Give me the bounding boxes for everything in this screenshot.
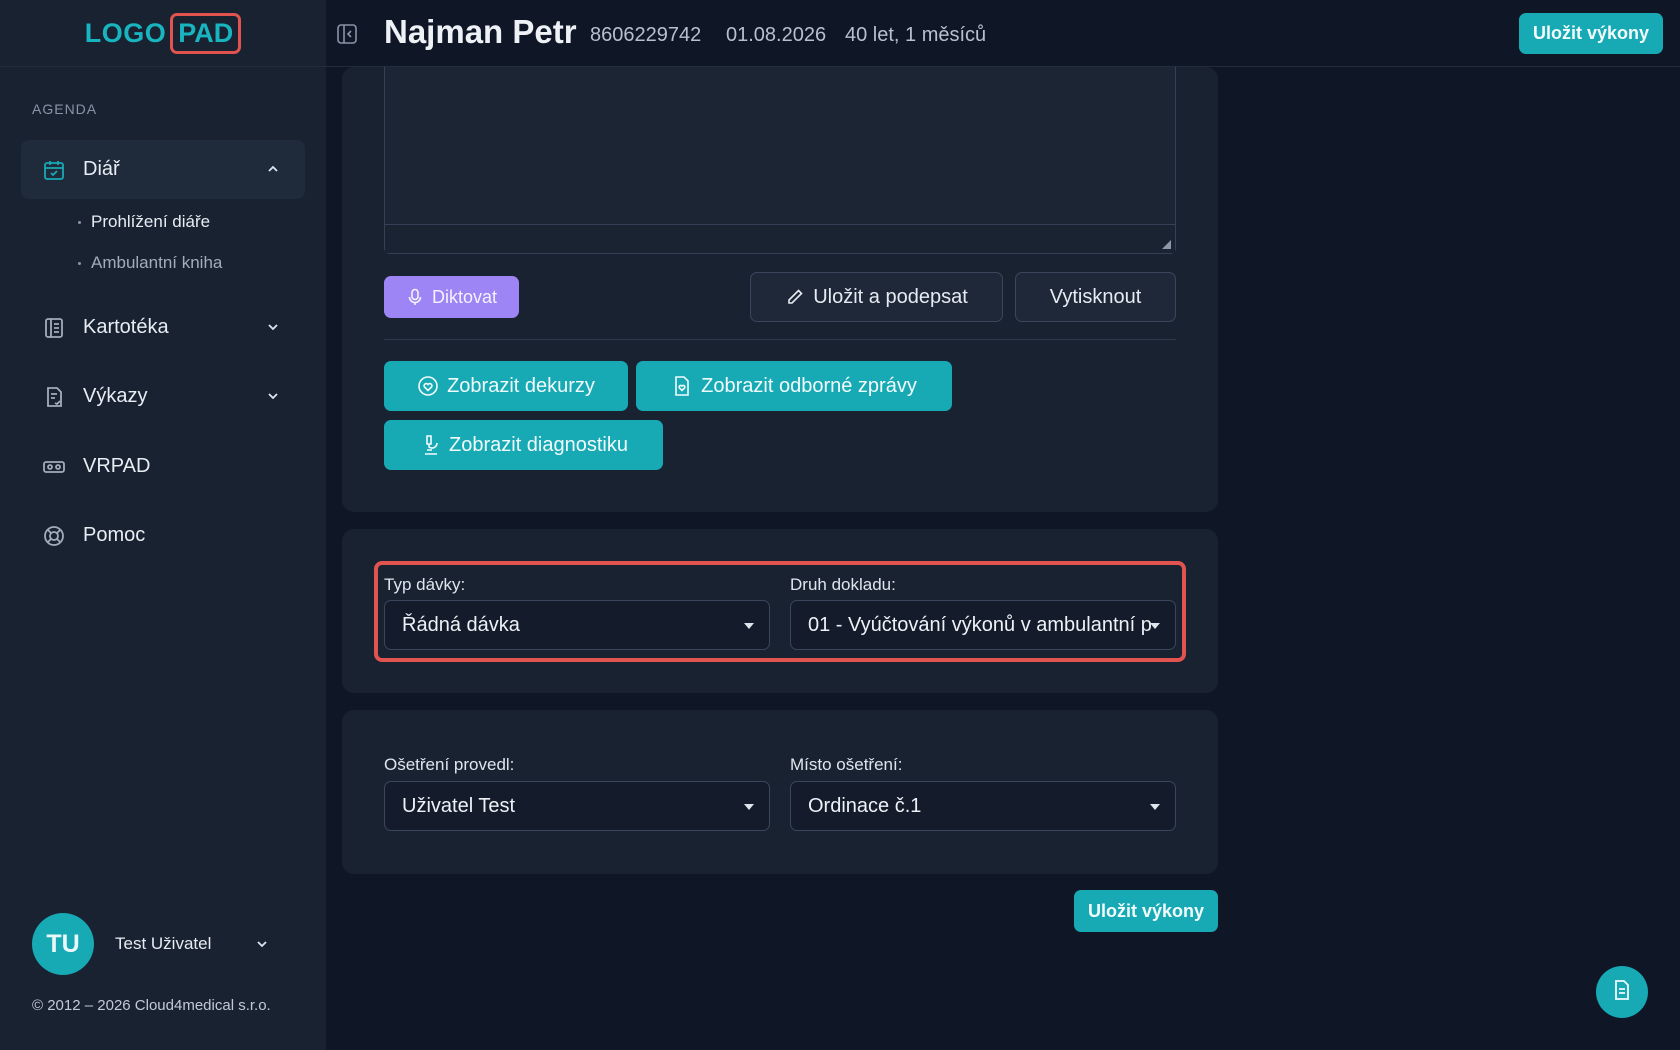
sidebar-subitem-prohlizeni[interactable]: Prohlížení diáře [78,212,210,232]
medical-document-icon [671,375,693,397]
sidebar-item-diar[interactable]: Diář [21,140,305,199]
calendar-check-icon [41,157,67,183]
copyright: © 2012 – 2026 Cloud4medical s.r.o. [32,997,271,1014]
sidebar-item-label: Diář [83,158,120,180]
avatar: TU [32,913,94,975]
sidebar-item-label: VRPAD [83,455,151,477]
caret-down-icon [1150,804,1160,810]
print-button[interactable]: Vytisknout [1015,272,1176,322]
document-fab-button[interactable] [1596,966,1648,1018]
show-diagnostics-button[interactable]: Zobrazit diagnostiku [384,420,663,470]
chevron-down-icon[interactable] [252,934,272,954]
resize-handle-icon[interactable] [1162,240,1171,249]
lifebuoy-icon [41,523,67,549]
heart-circle-icon [417,375,439,397]
sidebar-item-vrpad[interactable]: VRPAD [21,437,305,496]
sidebar-item-vykazy[interactable]: Výkazy [21,367,305,426]
address-book-icon [41,315,67,341]
sidebar-item-label: Kartotéka [83,316,169,338]
treated-by-label: Ošetření provedl: [384,755,515,774]
batch-type-select[interactable]: Řádná dávka [384,600,770,650]
patient-name: Najman Petr [384,13,577,50]
chevron-up-icon[interactable] [263,159,283,179]
batch-type-value: Řádná dávka [402,613,520,636]
treatment-place-select[interactable]: Ordinace č.1 [790,781,1176,831]
show-decursus-label: Zobrazit dekurzy [447,374,595,397]
show-reports-label: Zobrazit odborné zprávy [701,374,917,397]
save-records-bottom-button[interactable]: Uložit výkony [1074,890,1218,932]
logo[interactable]: LOGO PAD [0,0,326,67]
patient-date: 01.08.2026 [726,24,827,46]
logo-text-pad: PAD [170,12,242,54]
vr-headset-icon [41,454,67,480]
save-sign-button[interactable]: Uložit a podepsat [750,272,1003,322]
textarea-footer [385,224,1175,253]
sidebar-subitem-ambulantni-kniha[interactable]: Ambulantní kniha [78,253,222,273]
document-type-label: Druh dokladu: [790,575,896,594]
save-records-button[interactable]: Uložit výkony [1519,13,1663,54]
save-sign-label: Uložit a podepsat [813,285,968,308]
caret-down-icon [744,623,754,629]
treatment-place-value: Ordinace č.1 [808,794,922,817]
show-decursus-button[interactable]: Zobrazit dekurzy [384,361,628,411]
caret-down-icon [744,804,754,810]
patient-id: 8606229742 [590,24,702,46]
caret-down-icon [1150,623,1160,629]
sidebar-item-kartoteka[interactable]: Kartotéka [21,298,305,357]
batch-type-label: Typ dávky: [384,575,466,594]
logo-text: LOGO [84,17,167,48]
microphone-icon [406,288,424,306]
user-menu[interactable]: TU Test Uživatel [32,913,292,975]
header: Najman Petr 8606229742 01.08.2026 40 let… [326,0,1680,67]
treated-by-value: Uživatel Test [402,794,516,817]
section-label: AGENDA [32,101,98,117]
show-diagnostics-label: Zobrazit diagnostiku [449,433,628,456]
sidebar-collapse-icon[interactable] [336,23,358,45]
patient-age: 40 let, 1 měsíců [845,24,987,46]
show-reports-button[interactable]: Zobrazit odborné zprávy [636,361,952,411]
treated-by-select[interactable]: Uživatel Test [384,781,770,831]
print-label: Vytisknout [1049,285,1142,308]
sidebar-item-label: Výkazy [83,385,148,407]
pencil-icon [785,287,805,307]
bullet-dot [78,261,81,265]
user-name: Test Uživatel [115,934,212,953]
sidebar-subitem-label: Ambulantní kniha [91,253,223,272]
sidebar-subitem-label: Prohlížení diáře [91,212,211,231]
microscope-icon [419,434,441,456]
sidebar: LOGO PAD AGENDA Diář Prohlížení diáře Am… [0,0,326,1050]
treatment-place-label: Místo ošetření: [790,755,903,774]
document-type-select[interactable]: 01 - Vyúčtování výkonů v ambulantní p [790,600,1176,650]
note-textarea[interactable] [384,67,1176,254]
sidebar-item-label: Pomoc [83,524,146,546]
document-icon [1610,978,1634,1007]
bullet-dot [78,220,81,224]
document-type-value: 01 - Vyúčtování výkonů v ambulantní p [808,613,1152,636]
report-icon [41,384,67,410]
sidebar-item-pomoc[interactable]: Pomoc [21,506,305,565]
dictate-label: Diktovat [431,286,498,307]
divider [384,339,1176,340]
dictate-button[interactable]: Diktovat [384,276,519,318]
chevron-down-icon[interactable] [263,317,283,337]
chevron-down-icon[interactable] [263,386,283,406]
